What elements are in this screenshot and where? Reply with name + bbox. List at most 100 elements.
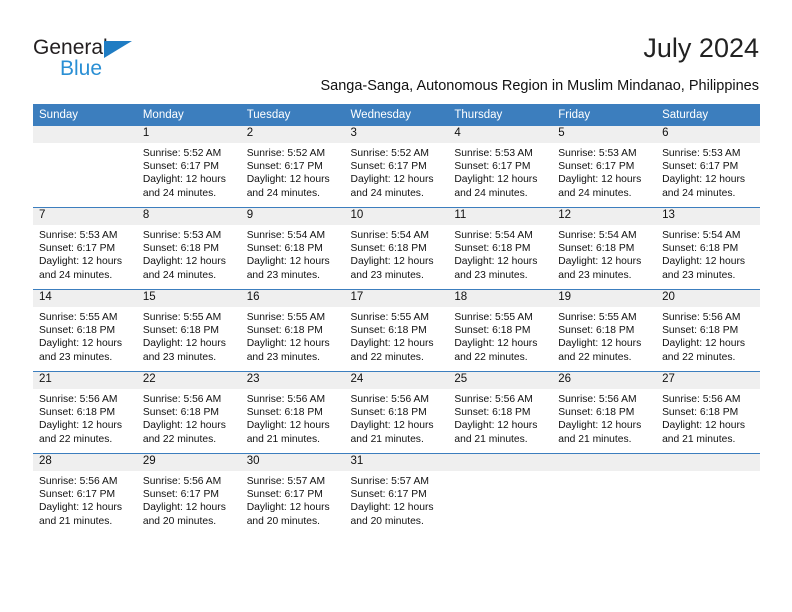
day-number: 16 bbox=[240, 290, 345, 307]
calendar-page: General Blue July 2024 Sanga-Sanga, Auto… bbox=[0, 0, 792, 612]
calendar-body: 1 Sunrise: 5:52 AM Sunset: 6:17 PM Daylight… bbox=[33, 126, 760, 535]
calendar-day-cell[interactable]: 8 Sunrise: 5:53 AM Sunset: 6:18 PM Daylight… bbox=[136, 207, 241, 290]
calendar-day-cell[interactable]: 12 Sunrise: 5:54 AM Sunset: 6:18 PM Dayligh… bbox=[552, 207, 657, 290]
daylight-duration-line1: Daylight: 12 hours bbox=[142, 256, 226, 268]
day-number: 26 bbox=[552, 372, 657, 389]
daylight-duration-line2: and 24 minutes. bbox=[350, 187, 424, 199]
calendar-day-cell[interactable]: 13 Sunrise: 5:54 AM Sunset: 6:18 PM Dayligh… bbox=[656, 207, 760, 290]
day-number: 5 bbox=[552, 126, 657, 143]
day-details: Sunrise: 5:55 AM Sunset: 6:18 PM Daylight:… bbox=[345, 307, 449, 364]
daylight-duration-line1: Daylight: 12 hours bbox=[142, 502, 226, 514]
calendar-day-cell[interactable]: 24 Sunrise: 5:56 AM Sunset: 6:18 PM Dayligh… bbox=[344, 371, 449, 454]
day-details: Sunrise: 5:55 AM Sunset: 6:18 PM Daylight:… bbox=[33, 307, 137, 364]
calendar-day-cell[interactable]: 16 Sunrise: 5:55 AM Sunset: 6:18 PM Dayligh… bbox=[240, 289, 345, 372]
logo-triangle-icon bbox=[104, 41, 132, 58]
day-number: 17 bbox=[344, 290, 449, 307]
sunset-time: Sunset: 6:17 PM bbox=[350, 489, 427, 501]
calendar-day-cell[interactable]: 20 Sunrise: 5:56 AM Sunset: 6:18 PM Dayligh… bbox=[656, 289, 760, 372]
day-details: Sunrise: 5:57 AM Sunset: 6:17 PM Daylight:… bbox=[345, 471, 449, 528]
daylight-duration-line1: Daylight: 12 hours bbox=[350, 174, 434, 186]
day-details: Sunrise: 5:56 AM Sunset: 6:18 PM Daylight:… bbox=[33, 389, 137, 446]
sunset-time: Sunset: 6:17 PM bbox=[142, 161, 219, 173]
calendar-day-cell[interactable]: 2 Sunrise: 5:52 AM Sunset: 6:17 PM Daylight… bbox=[240, 126, 345, 208]
calendar-day-cell[interactable]: 3 Sunrise: 5:52 AM Sunset: 6:17 PM Daylight… bbox=[344, 126, 449, 208]
daylight-duration-line1: Daylight: 12 hours bbox=[662, 174, 746, 186]
calendar-day-cell[interactable]: 1 Sunrise: 5:52 AM Sunset: 6:17 PM Daylight… bbox=[136, 126, 241, 208]
day-number: 4 bbox=[448, 126, 553, 143]
calendar-day-cell[interactable]: 22 Sunrise: 5:56 AM Sunset: 6:18 PM Dayligh… bbox=[136, 371, 241, 454]
daylight-duration-line1: Daylight: 12 hours bbox=[558, 256, 642, 268]
sunrise-time: Sunrise: 5:52 AM bbox=[142, 148, 222, 159]
day-number bbox=[656, 454, 760, 471]
calendar-day-cell[interactable]: 11 Sunrise: 5:54 AM Sunset: 6:18 PM Dayligh… bbox=[448, 207, 553, 290]
sunrise-time: Sunrise: 5:55 AM bbox=[142, 312, 222, 323]
sunset-time: Sunset: 6:18 PM bbox=[662, 243, 739, 255]
day-details: Sunrise: 5:52 AM Sunset: 6:17 PM Daylight:… bbox=[241, 143, 345, 200]
day-number: 22 bbox=[136, 372, 241, 389]
day-details: Sunrise: 5:53 AM Sunset: 6:17 PM Daylight:… bbox=[552, 143, 656, 200]
day-details: Sunrise: 5:56 AM Sunset: 6:17 PM Daylight:… bbox=[137, 471, 241, 528]
calendar-day-cell[interactable]: 15 Sunrise: 5:55 AM Sunset: 6:18 PM Dayligh… bbox=[136, 289, 241, 372]
sunrise-time: Sunrise: 5:57 AM bbox=[246, 476, 326, 487]
sunrise-time: Sunrise: 5:55 AM bbox=[454, 312, 533, 323]
daylight-duration-line2: and 22 minutes. bbox=[662, 351, 736, 363]
calendar-table: Sunday Monday Tuesday Wednesday Thursday Frid… bbox=[33, 104, 760, 535]
calendar-day-cell-empty bbox=[656, 453, 760, 535]
sunset-time: Sunset: 6:17 PM bbox=[350, 161, 427, 173]
calendar-day-cell[interactable]: 4 Sunrise: 5:53 AM Sunset: 6:17 PM Daylight… bbox=[448, 126, 553, 208]
sunrise-time: Sunrise: 5:56 AM bbox=[662, 394, 741, 405]
calendar-day-cell[interactable]: 10 Sunrise: 5:54 AM Sunset: 6:18 PM Dayligh… bbox=[344, 207, 449, 290]
sunset-time: Sunset: 6:17 PM bbox=[246, 161, 323, 173]
sunrise-time: Sunrise: 5:55 AM bbox=[558, 312, 637, 323]
day-details: Sunrise: 5:54 AM Sunset: 6:18 PM Daylight:… bbox=[552, 225, 656, 282]
sunset-time: Sunset: 6:17 PM bbox=[558, 161, 635, 173]
calendar-day-cell[interactable]: 26 Sunrise: 5:56 AM Sunset: 6:18 PM Dayligh… bbox=[552, 371, 657, 454]
calendar-day-cell[interactable]: 19 Sunrise: 5:55 AM Sunset: 6:18 PM Dayligh… bbox=[552, 289, 657, 372]
daylight-duration-line1: Daylight: 12 hours bbox=[246, 256, 330, 268]
day-details: Sunrise: 5:55 AM Sunset: 6:18 PM Daylight:… bbox=[137, 307, 241, 364]
calendar-day-cell[interactable]: 30 Sunrise: 5:57 AM Sunset: 6:17 PM Dayligh… bbox=[240, 453, 345, 535]
day-details: Sunrise: 5:53 AM Sunset: 6:17 PM Daylight:… bbox=[656, 143, 760, 200]
calendar-day-cell[interactable]: 17 Sunrise: 5:55 AM Sunset: 6:18 PM Dayligh… bbox=[344, 289, 449, 372]
calendar-day-cell[interactable]: 6 Sunrise: 5:53 AM Sunset: 6:17 PM Daylight… bbox=[656, 126, 760, 208]
daylight-duration-line1: Daylight: 12 hours bbox=[558, 338, 642, 350]
calendar-day-cell-empty bbox=[448, 453, 553, 535]
calendar-day-cell[interactable]: 14 Sunrise: 5:55 AM Sunset: 6:18 PM Dayligh… bbox=[33, 289, 137, 372]
calendar-day-cell[interactable]: 5 Sunrise: 5:53 AM Sunset: 6:17 PM Daylight… bbox=[552, 126, 657, 208]
day-details: Sunrise: 5:56 AM Sunset: 6:18 PM Daylight:… bbox=[137, 389, 241, 446]
daylight-duration-line1: Daylight: 12 hours bbox=[454, 256, 538, 268]
calendar-day-cell[interactable]: 25 Sunrise: 5:56 AM Sunset: 6:18 PM Dayligh… bbox=[448, 371, 553, 454]
day-details: Sunrise: 5:56 AM Sunset: 6:18 PM Daylight:… bbox=[552, 389, 656, 446]
daylight-duration-line2: and 23 minutes. bbox=[246, 269, 320, 281]
calendar-day-cell[interactable]: 18 Sunrise: 5:55 AM Sunset: 6:18 PM Dayligh… bbox=[448, 289, 553, 372]
day-number bbox=[448, 454, 553, 471]
daylight-duration-line1: Daylight: 12 hours bbox=[246, 174, 330, 186]
daylight-duration-line2: and 22 minutes. bbox=[350, 351, 424, 363]
weekday-header-friday: Friday bbox=[552, 104, 657, 126]
sunrise-time: Sunrise: 5:55 AM bbox=[350, 312, 429, 323]
calendar-day-cell[interactable]: 7 Sunrise: 5:53 AM Sunset: 6:17 PM Daylight… bbox=[33, 207, 137, 290]
calendar-day-cell[interactable]: 27 Sunrise: 5:56 AM Sunset: 6:18 PM Dayligh… bbox=[656, 371, 760, 454]
daylight-duration-line2: and 21 minutes. bbox=[350, 433, 424, 445]
daylight-duration-line2: and 20 minutes. bbox=[142, 515, 217, 527]
page-header: General Blue July 2024 Sanga-Sanga, Auto… bbox=[0, 0, 792, 100]
daylight-duration-line1: Daylight: 12 hours bbox=[246, 420, 330, 432]
sunrise-time: Sunrise: 5:57 AM bbox=[350, 476, 429, 487]
day-number: 8 bbox=[136, 208, 241, 225]
sunset-time: Sunset: 6:18 PM bbox=[662, 325, 739, 337]
daylight-duration-line2: and 24 minutes. bbox=[39, 269, 113, 281]
sunset-time: Sunset: 6:18 PM bbox=[454, 243, 531, 255]
sunset-time: Sunset: 6:18 PM bbox=[558, 325, 635, 337]
day-number: 31 bbox=[344, 454, 449, 471]
calendar-day-cell[interactable]: 29 Sunrise: 5:56 AM Sunset: 6:17 PM Dayligh… bbox=[136, 453, 241, 535]
calendar-day-cell[interactable]: 9 Sunrise: 5:54 AM Sunset: 6:18 PM Daylight… bbox=[240, 207, 345, 290]
daylight-duration-line1: Daylight: 12 hours bbox=[39, 256, 122, 268]
calendar-day-cell[interactable]: 23 Sunrise: 5:56 AM Sunset: 6:18 PM Dayligh… bbox=[240, 371, 345, 454]
day-number: 23 bbox=[240, 372, 345, 389]
day-details: Sunrise: 5:53 AM Sunset: 6:17 PM Daylight:… bbox=[33, 225, 137, 282]
day-number bbox=[552, 454, 657, 471]
calendar-day-cell[interactable]: 28 Sunrise: 5:56 AM Sunset: 6:17 PM Dayligh… bbox=[33, 453, 137, 535]
calendar-day-cell[interactable]: 21 Sunrise: 5:56 AM Sunset: 6:18 PM Dayligh… bbox=[33, 371, 137, 454]
daylight-duration-line2: and 24 minutes. bbox=[142, 187, 217, 199]
calendar-day-cell[interactable]: 31 Sunrise: 5:57 AM Sunset: 6:17 PM Dayligh… bbox=[344, 453, 449, 535]
